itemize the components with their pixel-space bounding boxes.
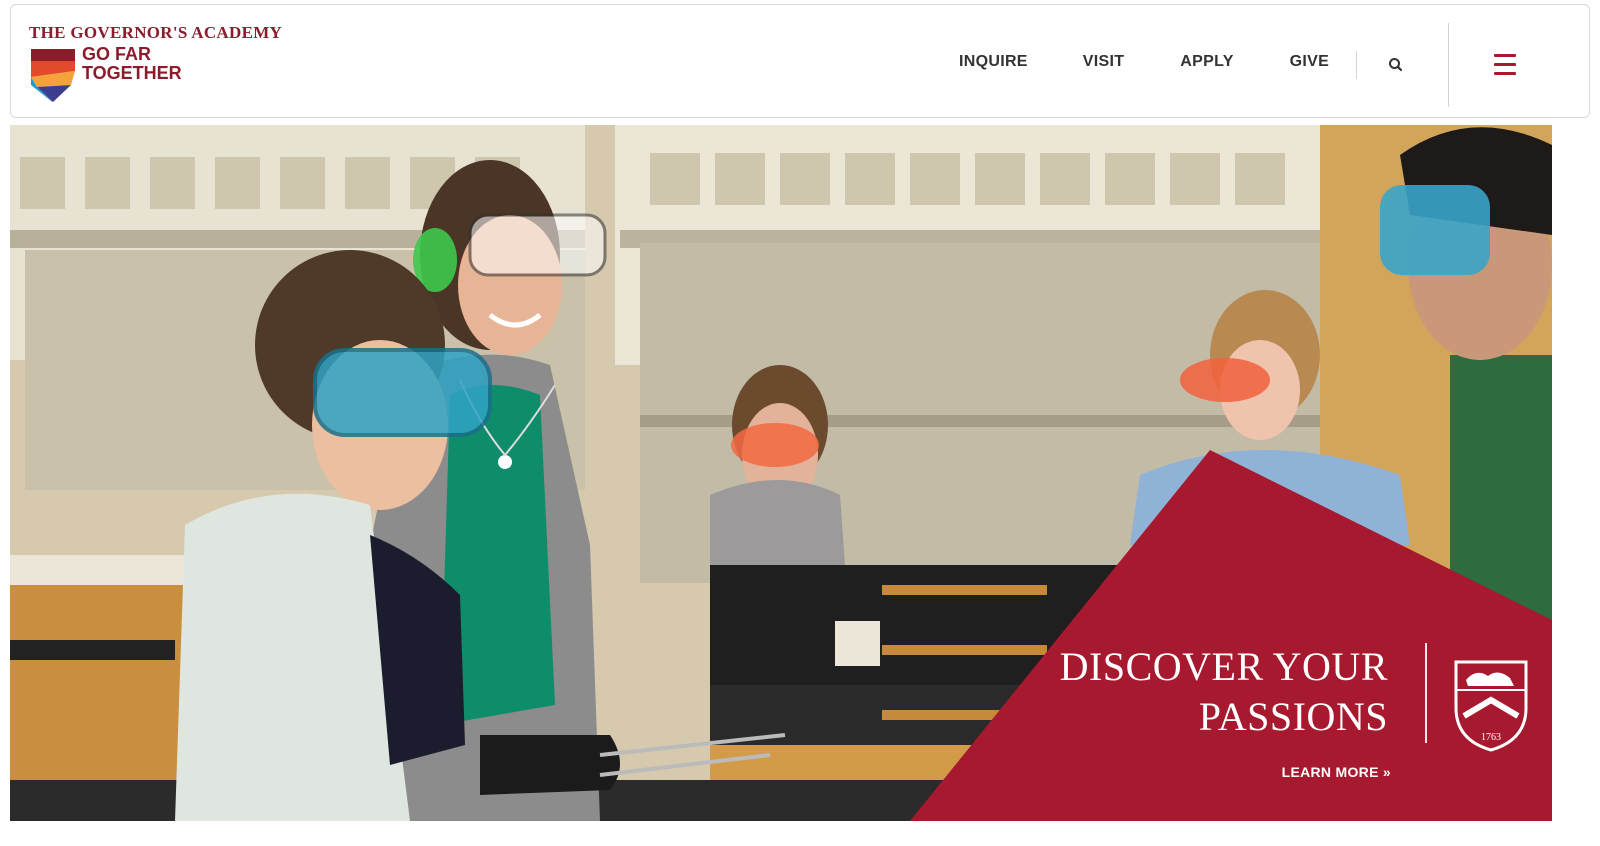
menu-divider bbox=[1448, 23, 1449, 107]
learn-more-link[interactable]: LEARN MORE » bbox=[1282, 764, 1391, 780]
logo-tagline-line1: GO FAR bbox=[82, 44, 152, 64]
nav-inquire[interactable]: INQUIRE bbox=[959, 53, 1028, 71]
logo-shield-icon bbox=[31, 49, 75, 102]
hero-divider bbox=[1425, 643, 1427, 743]
site-logo[interactable]: THE GOVERNOR'S ACADEMY GO FAR TOGETHER bbox=[29, 23, 289, 107]
hero-headline-line2: PASSIONS bbox=[1198, 694, 1388, 739]
hero-banner: DISCOVER YOUR PASSIONS 1763 LEARN MORE » bbox=[10, 125, 1552, 821]
search-button[interactable] bbox=[1386, 55, 1406, 75]
academy-crest-icon: 1763 bbox=[1454, 660, 1528, 752]
hero-headline: DISCOVER YOUR PASSIONS bbox=[968, 642, 1388, 742]
nav-divider bbox=[1356, 51, 1357, 79]
nav-visit[interactable]: VISIT bbox=[1083, 53, 1125, 71]
hamburger-menu-button[interactable] bbox=[1492, 54, 1520, 78]
primary-nav: INQUIRE VISIT APPLY GIVE bbox=[959, 47, 1329, 77]
nav-apply[interactable]: APPLY bbox=[1180, 53, 1233, 71]
hamburger-menu-icon bbox=[1492, 54, 1520, 75]
hero-headline-line1: DISCOVER YOUR bbox=[1059, 644, 1388, 689]
logo-school-name: THE GOVERNOR'S ACADEMY bbox=[29, 23, 283, 42]
search-icon bbox=[1389, 58, 1403, 72]
site-header: THE GOVERNOR'S ACADEMY GO FAR TOGETHER I… bbox=[10, 4, 1590, 118]
crest-year: 1763 bbox=[1481, 732, 1501, 743]
logo-tagline-line2: TOGETHER bbox=[82, 63, 182, 83]
logo-tagline: GO FAR TOGETHER bbox=[82, 45, 182, 83]
nav-give[interactable]: GIVE bbox=[1290, 53, 1329, 71]
